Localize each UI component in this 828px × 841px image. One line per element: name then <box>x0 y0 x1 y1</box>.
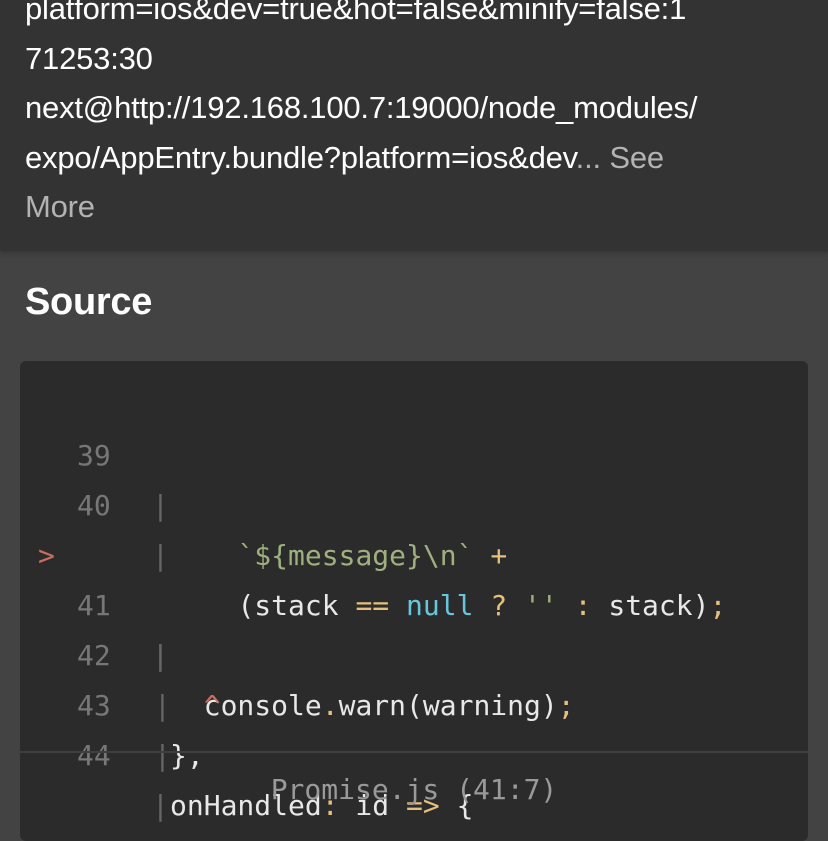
stack-trace-line: platform=ios&dev=true&hot=false&minify=f… <box>25 0 687 26</box>
ellipsis: ... <box>575 139 601 175</box>
stack-trace-text: platform=ios&dev=true&hot=false&minify=f… <box>25 0 805 232</box>
code-line: 43 | onHandled: id => { <box>20 631 808 822</box>
code-line: 42 | }, <box>20 581 808 772</box>
code-line-current: > 41 | console.warn(warning); <box>20 481 808 722</box>
code-line: 44 | const warning = <box>20 681 808 841</box>
code-frame: 39 | `${message}\n` + 40 | (stack == nul… <box>20 361 808 841</box>
code-lines: 39 | `${message}\n` + 40 | (stack == nul… <box>20 381 808 841</box>
code-line: 39 | `${message}\n` + <box>20 381 808 572</box>
source-section-title: Source <box>25 281 153 323</box>
see-more-link[interactable]: See <box>609 140 664 175</box>
stack-trace-panel: platform=ios&dev=true&hot=false&minify=f… <box>0 0 828 251</box>
code-line: 40 | (stack == null ? '' : stack); <box>20 431 808 622</box>
stack-trace-line: next@http://192.168.100.7:19000/node_mod… <box>25 90 698 125</box>
code-text: const warning = <box>170 831 457 841</box>
code-plain: }, <box>170 739 204 772</box>
see-more-link-continued[interactable]: More <box>25 182 805 232</box>
stack-trace-text-fragment: expo/AppEntry.bundle?platform=ios&dev <box>25 139 576 175</box>
stack-trace-line: expo/AppEntry.bundle?platform=ios&dev...… <box>25 133 805 183</box>
code-frame-divider <box>20 751 808 753</box>
source-file-reference[interactable]: Promise.js (41:7) <box>20 773 808 806</box>
stack-trace-line: 71253:30 <box>25 40 153 76</box>
code-line-caret: | ^ <box>20 531 808 722</box>
